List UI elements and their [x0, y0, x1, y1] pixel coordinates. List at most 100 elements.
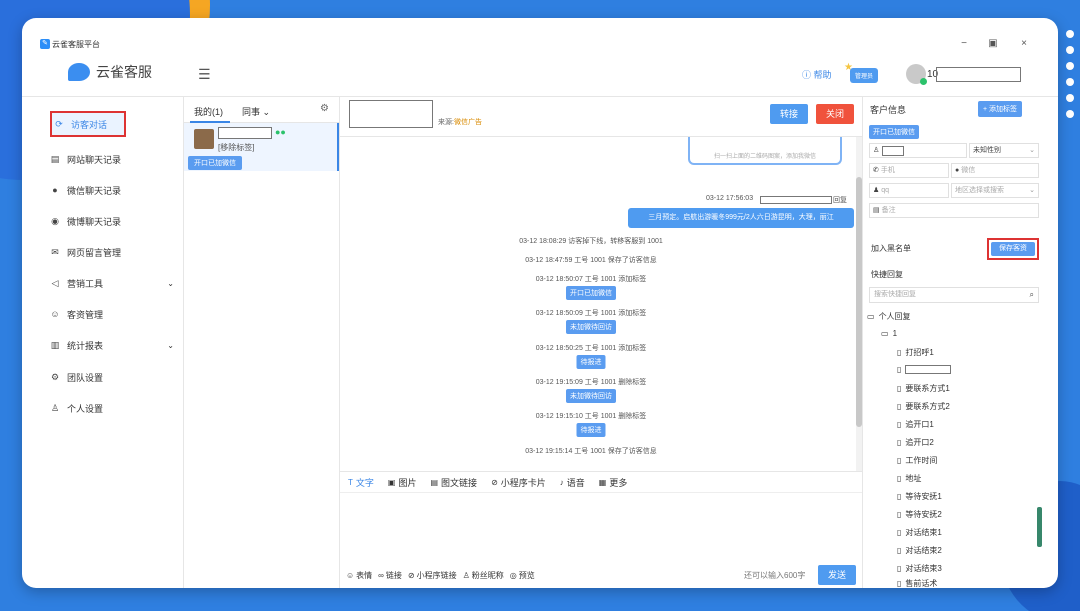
tag-pill: 待报进 [576, 355, 606, 369]
system-event: 03-12 18:08:29 访客掉下线，转移客服到 1001 [519, 238, 663, 245]
quick-reply-item[interactable]: ▯ 地址 [897, 473, 921, 484]
tab-mine[interactable]: 我的(1) [194, 105, 223, 118]
title-bar: ✎ 云雀客服平台 − ▣ × [22, 18, 1058, 52]
gear-icon[interactable]: ⚙ [320, 103, 329, 114]
add-tag-button[interactable]: + 添加标签 [978, 101, 1023, 117]
close-chat-button[interactable]: 关闭 [816, 104, 854, 124]
customer-name-redacted [882, 146, 904, 156]
remove-tag-link[interactable]: [移除标签] [218, 142, 254, 153]
gender-select[interactable]: 未知性别 [969, 143, 1039, 158]
tool-text[interactable]: T 文字 [348, 476, 374, 489]
minimize-button[interactable]: − [956, 36, 972, 52]
tab-colleagues[interactable]: 同事 ⌄ [242, 105, 270, 118]
quick-reply-item[interactable]: ▯ 打招呼1 [897, 347, 934, 358]
file-icon: ▯ [897, 384, 902, 393]
file-icon: ▯ [897, 348, 902, 357]
chevron-down-icon: ⌄ [262, 107, 271, 117]
visitor-avatar [194, 129, 214, 149]
transfer-button[interactable]: 转接 [770, 104, 808, 124]
sidebar-item-marketing[interactable]: ◁ 营销工具 ⌄ [48, 270, 178, 296]
send-button[interactable]: 发送 [818, 565, 856, 585]
tool-article-link[interactable]: ▤ 图文链接 [430, 476, 477, 489]
message-suffix: 回复 [833, 197, 847, 204]
visitor-tag-button[interactable]: 开口已加微信 [188, 156, 242, 170]
tool-miniprogram-card[interactable]: ⊘ 小程序卡片 [491, 476, 546, 489]
quick-reply-item[interactable]: ▯ 等待安抚1 [897, 491, 942, 502]
wechat-field[interactable]: ● 微信 [951, 163, 1039, 178]
visitor-source: 来源:微信广告 [438, 119, 482, 126]
quick-reply-item[interactable]: ▯ 追开口2 [897, 437, 934, 448]
file-icon: ▯ [897, 438, 902, 447]
sidebar-item-team-settings[interactable]: ⚙ 团队设置 [48, 364, 178, 390]
sidebar-item-wechat-records[interactable]: ● 微信聊天记录 [48, 177, 178, 203]
message-area: 扫一扫上面的二维码图案，添加我微信 03-12 17:56:03 回复 三月预定… [340, 137, 862, 471]
tree-folder[interactable]: ▭ 个人回复 [867, 311, 911, 322]
customer-tag-button[interactable]: 开口已加微信 [869, 125, 919, 139]
miniprogram-link-icon: ⊘ [407, 570, 415, 580]
qq-field[interactable]: ♟ qq [869, 183, 949, 198]
sidebar-item-visitor-chat[interactable]: ⟳ 访客对话 [50, 111, 126, 137]
note-field[interactable]: ▤ 备注 [869, 203, 1039, 218]
sidebar-item-messages[interactable]: ✉ 网页留言管理 [48, 239, 178, 265]
quick-reply-item[interactable]: ▯ 对话结束2 [897, 545, 942, 556]
search-icon: ⌕ [1029, 290, 1034, 299]
link-button[interactable]: ∞ 链接 [378, 570, 402, 581]
emoji-button[interactable]: ☺ 表情 [346, 570, 372, 581]
sidebar-item-site-chat-records[interactable]: ▤ 网站聊天记录 [48, 146, 178, 172]
file-icon: ▯ [897, 492, 902, 501]
folder-open-icon: ▭ [867, 312, 875, 321]
document-icon: ▤ [50, 153, 60, 164]
quick-reply-search[interactable]: 搜索快捷回复 ⌕ [869, 287, 1039, 303]
tree-subfolder[interactable]: ▭ 1 [881, 329, 897, 338]
bird-logo-icon [68, 63, 90, 81]
sidebar-item-reports[interactable]: ▥ 统计报表 ⌄ [48, 332, 178, 358]
message-input[interactable] [340, 493, 862, 561]
quick-reply-item[interactable]: ▯ 售前话术 [897, 579, 937, 588]
quick-reply-item[interactable]: ▯ 要联系方式1 [897, 383, 950, 394]
blacklist-button[interactable]: 加入黑名单 [871, 243, 911, 254]
menu-toggle-icon[interactable]: ☰ [198, 66, 211, 83]
sidebar-item-customers[interactable]: ☺ 客资管理 [48, 301, 178, 327]
fan-nickname-button[interactable]: ♙ 粉丝昵称 [463, 570, 504, 581]
quick-reply-item[interactable]: ▯ [897, 365, 952, 374]
brand-name: 云雀客服 [96, 64, 152, 80]
tag-pill: 待报进 [576, 423, 606, 437]
message-type-toolbar: T 文字 ▣ 图片 ▤ 图文链接 ⊘ 小程序卡片 ♪ 语音 ▦ 更多 [340, 471, 862, 493]
phone-icon: ✆ [873, 167, 879, 174]
conversation-item[interactable]: ●● [移除标签] 开口已加微信 [184, 123, 339, 171]
quick-reply-item[interactable]: ▯ 对话结束1 [897, 527, 942, 538]
miniprogram-link-button[interactable]: ⊘ 小程序链接 [408, 570, 457, 581]
quick-reply-scrollbar[interactable] [1037, 507, 1042, 547]
tool-voice[interactable]: ♪ 语音 [560, 476, 585, 489]
phone-field[interactable]: ✆ 手机 [869, 163, 949, 178]
sidebar-item-weibo-records[interactable]: ◉ 微博聊天记录 [48, 208, 178, 234]
quick-reply-item[interactable]: ▯ 工作时间 [897, 455, 937, 466]
link-icon: ∞ [378, 570, 384, 580]
sidebar: ⟳ 访客对话 ▤ 网站聊天记录 ● 微信聊天记录 ◉ 微博聊天记录 ✉ 网页留言管理 ◁ 营… [22, 97, 184, 588]
close-window-button[interactable]: × [1016, 36, 1032, 52]
eye-icon: ◎ [509, 570, 517, 580]
tool-more[interactable]: ▦ 更多 [599, 476, 628, 489]
quick-reply-item[interactable]: ▯ 对话结束3 [897, 563, 942, 574]
preview-button[interactable]: ◎ 预览 [510, 570, 535, 581]
quick-reply-item[interactable]: ▯ 追开口1 [897, 419, 934, 430]
file-icon: ▯ [897, 474, 902, 483]
system-event: 03-12 18:50:09 工号 1001 添加标签 [535, 310, 647, 317]
wechat-icon: ● [52, 185, 58, 195]
folder-open-icon: ▭ [881, 329, 889, 338]
file-icon: ▯ [897, 365, 902, 374]
quick-reply-item[interactable]: ▯ 要联系方式2 [897, 401, 950, 412]
sidebar-item-personal-settings[interactable]: ♙ 个人设置 [48, 395, 178, 421]
maximize-button[interactable]: ▣ [985, 36, 1001, 52]
chat-icon: ⟳ [55, 118, 63, 129]
app-window: ✎ 云雀客服平台 − ▣ × 云雀客服 ☰ ⓘ 帮助 ★ 管理员 10 ⟳ 访客对… [22, 18, 1058, 588]
app-title: 云雀客服平台 [52, 40, 100, 49]
tool-image[interactable]: ▣ 图片 [388, 476, 417, 489]
quick-reply-item[interactable]: ▯ 等待安抚2 [897, 509, 942, 520]
region-select[interactable]: 地区选择或搜索 [951, 183, 1039, 198]
help-icon: ⓘ [802, 70, 814, 80]
smile-icon: ☺ [346, 570, 355, 580]
help-link[interactable]: ⓘ 帮助 [802, 68, 832, 81]
tag-pill: 开口已加微信 [566, 286, 616, 300]
save-customer-button[interactable]: 保存客资 [987, 238, 1039, 260]
